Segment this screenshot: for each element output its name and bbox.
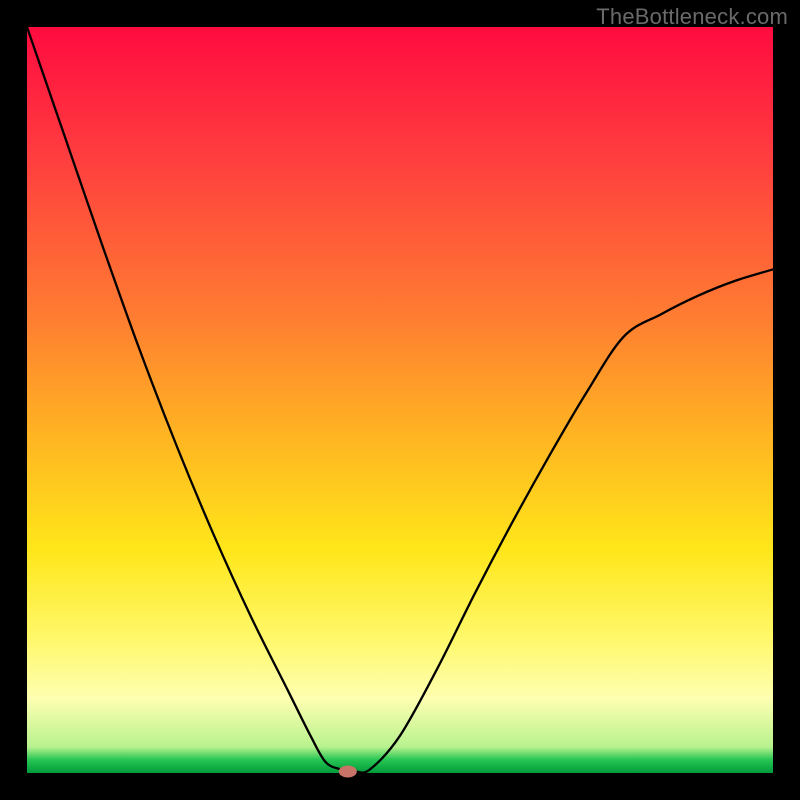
chart-frame: TheBottleneck.com bbox=[0, 0, 800, 800]
plot-area bbox=[27, 27, 773, 773]
bottleneck-curve-svg bbox=[27, 27, 773, 773]
watermark-text: TheBottleneck.com bbox=[596, 4, 788, 30]
bottleneck-curve bbox=[27, 27, 773, 773]
optimal-point-marker bbox=[339, 766, 357, 778]
